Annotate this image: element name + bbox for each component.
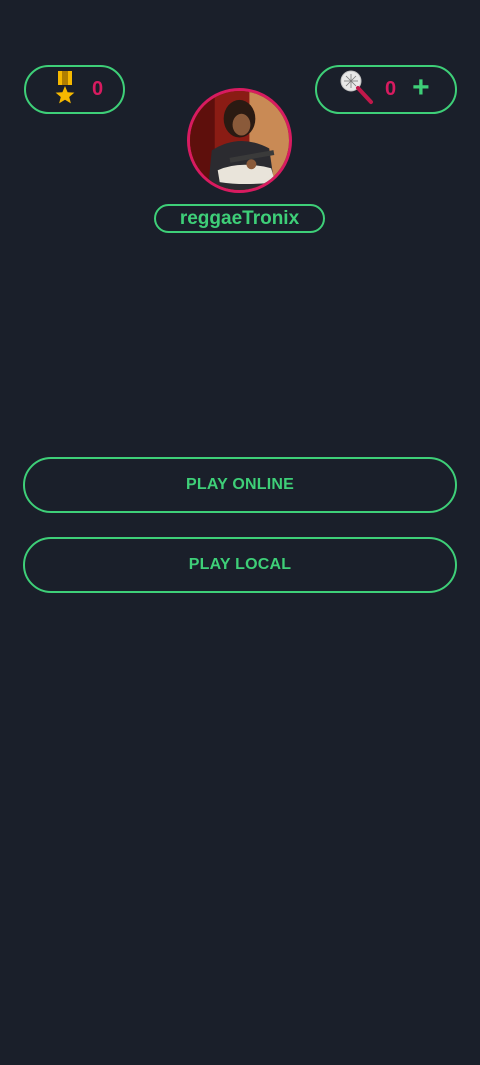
mic-counter: 0 + [315, 65, 457, 114]
add-button[interactable]: + [412, 73, 430, 103]
mic-count: 0 [385, 78, 397, 100]
play-online-button[interactable]: PLAY ONLINE [23, 457, 457, 513]
medal-counter: 0 [24, 65, 125, 114]
medal-icon [52, 70, 78, 109]
medal-count: 0 [92, 78, 104, 100]
avatar[interactable] [187, 88, 292, 193]
username[interactable]: reggaeTronix [154, 204, 325, 233]
microphone-icon [339, 69, 375, 110]
avatar-photo [190, 91, 289, 190]
play-local-button[interactable]: PLAY LOCAL [23, 537, 457, 593]
